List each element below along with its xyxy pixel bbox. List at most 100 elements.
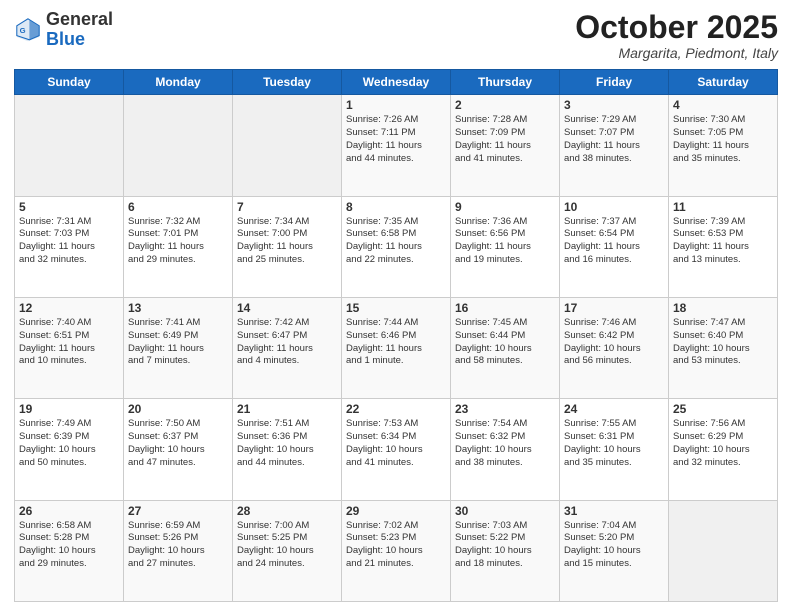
day-number: 31	[564, 504, 664, 518]
day-info: Sunrise: 7:26 AMSunset: 7:11 PMDaylight:…	[346, 114, 446, 165]
day-number: 12	[19, 301, 119, 315]
calendar-cell: 3Sunrise: 7:29 AMSunset: 7:07 PMDaylight…	[560, 95, 669, 196]
day-number: 9	[455, 200, 555, 214]
week-row-1: 5 Sunrise: 7:31 AMSunset: 7:03 PMDaylight…	[15, 196, 778, 297]
calendar-cell	[124, 95, 233, 196]
calendar-cell	[15, 95, 124, 196]
day-info: Sunrise: 7:50 AMSunset: 6:37 PMDaylight:…	[128, 418, 228, 469]
week-row-4: 26Sunrise: 6:58 AMSunset: 5:28 PMDayligh…	[15, 500, 778, 601]
calendar-cell: 16 Sunrise: 7:45 AMSunset: 6:44 PMDayligh…	[451, 297, 560, 398]
day-number: 5	[19, 200, 119, 214]
calendar-cell: 27 Sunrise: 6:59 AMSunset: 5:26 PMDayligh…	[124, 500, 233, 601]
calendar-cell: 5 Sunrise: 7:31 AMSunset: 7:03 PMDaylight…	[15, 196, 124, 297]
page: G General Blue October 2025 Margarita, P…	[0, 0, 792, 612]
month-title: October 2025	[575, 10, 778, 45]
calendar-cell: 17 Sunrise: 7:46 AMSunset: 6:42 PMDayligh…	[560, 297, 669, 398]
day-number: 28	[237, 504, 337, 518]
day-info: Sunrise: 7:29 AMSunset: 7:07 PMDaylight:…	[564, 114, 664, 165]
day-info: Sunrise: 7:31 AMSunset: 7:03 PMDaylight:…	[19, 216, 119, 267]
logo-icon: G	[14, 16, 42, 44]
calendar-cell	[233, 95, 342, 196]
calendar-cell: 19Sunrise: 7:49 AMSunset: 6:39 PMDayligh…	[15, 399, 124, 500]
calendar-cell: 1Sunrise: 7:26 AMSunset: 7:11 PMDaylight…	[342, 95, 451, 196]
calendar-cell: 29 Sunrise: 7:02 AMSunset: 5:23 PMDayligh…	[342, 500, 451, 601]
day-number: 11	[673, 200, 773, 214]
day-number: 6	[128, 200, 228, 214]
day-info: Sunrise: 6:59 AMSunset: 5:26 PMDaylight:…	[128, 520, 228, 571]
day-info: Sunrise: 7:41 AMSunset: 6:49 PMDaylight:…	[128, 317, 228, 368]
calendar-cell: 21Sunrise: 7:51 AMSunset: 6:36 PMDayligh…	[233, 399, 342, 500]
day-number: 15	[346, 301, 446, 315]
day-info: Sunrise: 7:56 AMSunset: 6:29 PMDaylight:…	[673, 418, 773, 469]
day-number: 20	[128, 402, 228, 416]
calendar-cell: 12 Sunrise: 7:40 AMSunset: 6:51 PMDayligh…	[15, 297, 124, 398]
day-number: 10	[564, 200, 664, 214]
day-info: Sunrise: 7:30 AMSunset: 7:05 PMDaylight:…	[673, 114, 773, 165]
calendar-cell: 4 Sunrise: 7:30 AMSunset: 7:05 PMDaylight…	[669, 95, 778, 196]
calendar-cell	[669, 500, 778, 601]
day-info: Sunrise: 7:32 AMSunset: 7:01 PMDaylight:…	[128, 216, 228, 267]
day-info: Sunrise: 7:45 AMSunset: 6:44 PMDaylight:…	[455, 317, 555, 368]
day-info: Sunrise: 7:47 AMSunset: 6:40 PMDaylight:…	[673, 317, 773, 368]
day-number: 4	[673, 98, 773, 112]
calendar-cell: 18 Sunrise: 7:47 AMSunset: 6:40 PMDayligh…	[669, 297, 778, 398]
day-info: Sunrise: 7:46 AMSunset: 6:42 PMDaylight:…	[564, 317, 664, 368]
day-number: 17	[564, 301, 664, 315]
week-row-3: 19Sunrise: 7:49 AMSunset: 6:39 PMDayligh…	[15, 399, 778, 500]
week-row-2: 12 Sunrise: 7:40 AMSunset: 6:51 PMDayligh…	[15, 297, 778, 398]
day-info: Sunrise: 7:02 AMSunset: 5:23 PMDaylight:…	[346, 520, 446, 571]
day-number: 18	[673, 301, 773, 315]
day-number: 16	[455, 301, 555, 315]
day-number: 2	[455, 98, 555, 112]
day-number: 27	[128, 504, 228, 518]
calendar-cell: 23 Sunrise: 7:54 AMSunset: 6:32 PMDayligh…	[451, 399, 560, 500]
day-info: Sunrise: 7:34 AMSunset: 7:00 PMDaylight:…	[237, 216, 337, 267]
calendar-cell: 28 Sunrise: 7:00 AMSunset: 5:25 PMDayligh…	[233, 500, 342, 601]
calendar-cell: 9Sunrise: 7:36 AMSunset: 6:56 PMDaylight…	[451, 196, 560, 297]
calendar-cell: 30Sunrise: 7:03 AMSunset: 5:22 PMDayligh…	[451, 500, 560, 601]
day-info: Sunrise: 7:53 AMSunset: 6:34 PMDaylight:…	[346, 418, 446, 469]
day-info: Sunrise: 7:39 AMSunset: 6:53 PMDaylight:…	[673, 216, 773, 267]
day-number: 21	[237, 402, 337, 416]
calendar-cell: 20 Sunrise: 7:50 AMSunset: 6:37 PMDayligh…	[124, 399, 233, 500]
day-info: Sunrise: 7:04 AMSunset: 5:20 PMDaylight:…	[564, 520, 664, 571]
calendar-cell: 6 Sunrise: 7:32 AMSunset: 7:01 PMDaylight…	[124, 196, 233, 297]
day-info: Sunrise: 7:37 AMSunset: 6:54 PMDaylight:…	[564, 216, 664, 267]
day-number: 23	[455, 402, 555, 416]
logo-blue: Blue	[46, 29, 85, 49]
calendar-cell: 25 Sunrise: 7:56 AMSunset: 6:29 PMDayligh…	[669, 399, 778, 500]
day-info: Sunrise: 7:35 AMSunset: 6:58 PMDaylight:…	[346, 216, 446, 267]
day-header-tuesday: Tuesday	[233, 70, 342, 95]
day-number: 7	[237, 200, 337, 214]
title-block: October 2025 Margarita, Piedmont, Italy	[575, 10, 778, 61]
calendar-cell: 22 Sunrise: 7:53 AMSunset: 6:34 PMDayligh…	[342, 399, 451, 500]
calendar-cell: 2 Sunrise: 7:28 AMSunset: 7:09 PMDaylight…	[451, 95, 560, 196]
day-info: Sunrise: 7:00 AMSunset: 5:25 PMDaylight:…	[237, 520, 337, 571]
day-info: Sunrise: 7:40 AMSunset: 6:51 PMDaylight:…	[19, 317, 119, 368]
day-info: Sunrise: 7:54 AMSunset: 6:32 PMDaylight:…	[455, 418, 555, 469]
day-header-monday: Monday	[124, 70, 233, 95]
calendar-cell: 26Sunrise: 6:58 AMSunset: 5:28 PMDayligh…	[15, 500, 124, 601]
day-number: 25	[673, 402, 773, 416]
calendar-cell: 24Sunrise: 7:55 AMSunset: 6:31 PMDayligh…	[560, 399, 669, 500]
calendar-cell: 7 Sunrise: 7:34 AMSunset: 7:00 PMDaylight…	[233, 196, 342, 297]
day-info: Sunrise: 7:42 AMSunset: 6:47 PMDaylight:…	[237, 317, 337, 368]
calendar-cell: 10 Sunrise: 7:37 AMSunset: 6:54 PMDayligh…	[560, 196, 669, 297]
logo-text: General Blue	[46, 10, 113, 50]
day-header-thursday: Thursday	[451, 70, 560, 95]
day-header-saturday: Saturday	[669, 70, 778, 95]
calendar-cell: 11 Sunrise: 7:39 AMSunset: 6:53 PMDayligh…	[669, 196, 778, 297]
day-number: 30	[455, 504, 555, 518]
week-row-0: 1Sunrise: 7:26 AMSunset: 7:11 PMDaylight…	[15, 95, 778, 196]
day-number: 22	[346, 402, 446, 416]
day-header-sunday: Sunday	[15, 70, 124, 95]
calendar-cell: 14 Sunrise: 7:42 AMSunset: 6:47 PMDayligh…	[233, 297, 342, 398]
calendar-cell: 31 Sunrise: 7:04 AMSunset: 5:20 PMDayligh…	[560, 500, 669, 601]
day-number: 19	[19, 402, 119, 416]
day-number: 14	[237, 301, 337, 315]
calendar-cell: 8Sunrise: 7:35 AMSunset: 6:58 PMDaylight…	[342, 196, 451, 297]
day-number: 29	[346, 504, 446, 518]
day-info: Sunrise: 7:28 AMSunset: 7:09 PMDaylight:…	[455, 114, 555, 165]
calendar-cell: 15Sunrise: 7:44 AMSunset: 6:46 PMDayligh…	[342, 297, 451, 398]
day-header-friday: Friday	[560, 70, 669, 95]
